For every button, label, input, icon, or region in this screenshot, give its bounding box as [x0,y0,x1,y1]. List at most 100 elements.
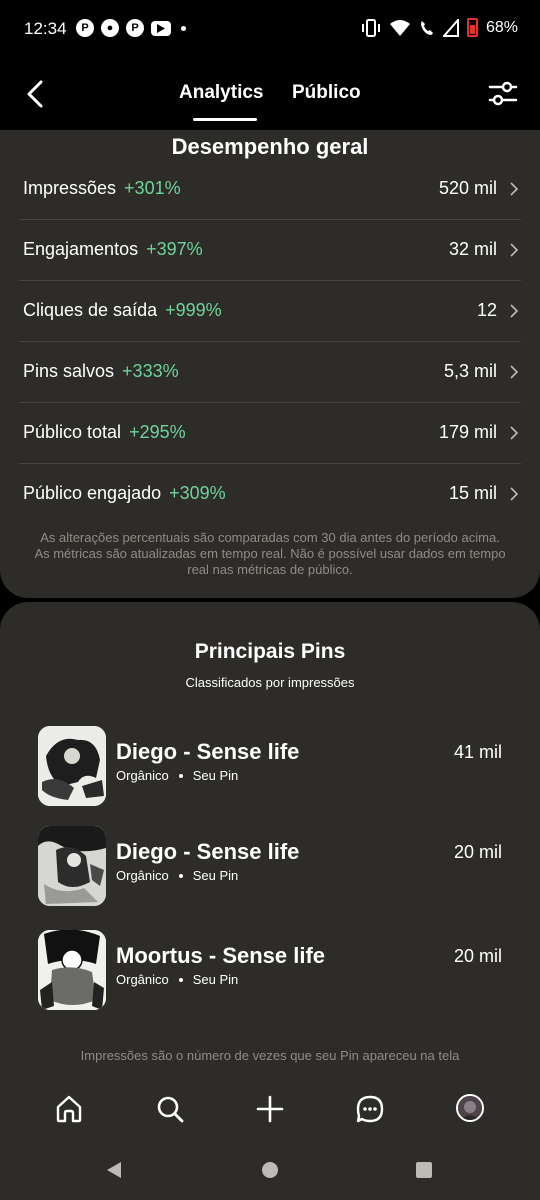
top-pins-subtitle: Classificados por impressões [185,675,355,690]
metric-row-engaged-audience[interactable]: Público engajado +309% 15 mil [19,464,521,525]
filter-icon[interactable] [488,80,518,108]
disclaimer-line: As alterações percentuais são comparadas… [40,530,500,545]
top-pins-card: Principais Pins Classificados por impres… [0,602,540,1082]
metric-name: Cliques de saída [23,300,158,320]
metric-label: Público total +295% [23,422,186,443]
performance-disclaimer: As alterações percentuais são comparadas… [20,530,520,578]
chevron-right-icon [510,304,519,318]
status-right: 68% [361,18,518,37]
metric-delta: +309% [169,483,226,503]
chevron-right-icon [510,426,519,440]
disclaimer-line: As métricas são atualizadas em tempo rea… [34,546,506,561]
pin-thumbnail [38,826,106,906]
metric-delta: +333% [122,361,179,381]
pin-impressions: 20 mil [453,842,502,862]
metric-delta: +999% [165,300,222,320]
metric-row-engagements[interactable]: Engajamentos +397% 32 mil [19,220,521,281]
metric-label: Público engajado +309% [23,483,226,504]
pin-meta: Orgânico Seu Pin [116,768,238,783]
bottom-navigation [0,1080,540,1140]
app-header: Analytics Público [0,58,540,130]
metric-value: 12 [476,300,497,320]
active-tab-indicator [193,118,257,121]
metric-label: Impressões +301% [23,178,181,199]
signal-icon [442,18,459,37]
pin-owner: Seu Pin [192,768,239,783]
chevron-right-icon [510,243,519,257]
metric-row-outbound-clicks[interactable]: Cliques de saída +999% 12 [19,281,521,342]
impressions-footnote: Impressões são o número de vezes que seu… [80,1048,460,1063]
pin-owner: Seu Pin [192,972,239,987]
search-icon[interactable] [155,1094,185,1124]
metric-name: Engajamentos [23,239,139,259]
home-icon[interactable] [54,1094,84,1124]
metric-name: Público engajado [23,483,162,503]
disclaimer-line: real nas métricas de público. [187,562,353,577]
pin-thumbnail [38,726,106,806]
profile-avatar[interactable] [456,1094,484,1122]
metric-label: Cliques de saída +999% [23,300,222,321]
chevron-right-icon [510,365,519,379]
metric-value: 15 mil [448,483,497,503]
pin-item[interactable]: Diego - Sense life Orgânico Seu Pin 41 m… [38,726,508,808]
top-pins-title: Principais Pins [194,640,346,663]
pin-type: Orgânico [116,972,169,987]
system-navigation-bar [0,1140,540,1200]
pin-impressions: 20 mil [453,946,502,966]
metric-label: Pins salvos +333% [23,361,179,382]
status-bar: 12:34 P ● P 68% [0,0,540,58]
metric-name: Público total [23,422,122,442]
pin-meta: Orgânico Seu Pin [116,868,238,883]
pin-type: Orgânico [116,768,169,783]
tab-analytics[interactable]: Analytics [179,82,263,104]
metric-delta: +295% [129,422,186,442]
back-icon[interactable] [22,78,50,110]
pin-title: Moortus - Sense life [116,943,326,968]
chevron-right-icon [510,182,519,196]
tab-publico[interactable]: Público [292,82,361,104]
system-home-icon[interactable] [260,1160,280,1180]
pin-impressions: 41 mil [453,742,502,762]
metric-value: 5,3 mil [443,361,497,381]
metric-delta: +301% [124,178,181,198]
metric-value: 179 mil [438,422,497,442]
metric-row-saved-pins[interactable]: Pins salvos +333% 5,3 mil [19,342,521,403]
pin-title: Diego - Sense life [116,739,300,764]
pin-thumbnail [38,930,106,1010]
performance-title: Desempenho geral [171,134,369,159]
status-time: 12:34 [24,19,67,38]
wifi-icon [389,19,410,36]
youtube-icon [151,20,171,36]
pinterest-icon: P [126,19,144,37]
metric-label: Engajamentos +397% [23,239,203,260]
overall-performance-card: Desempenho geral Impressões +301% 520 mil… [0,130,540,598]
system-back-icon[interactable] [104,1160,124,1180]
separator-dot [178,773,183,778]
pin-item[interactable]: Moortus - Sense life Orgânico Seu Pin 20… [38,930,508,1012]
messages-icon[interactable] [355,1094,385,1124]
reddit-icon: ● [101,19,119,37]
metric-row-total-audience[interactable]: Público total +295% 179 mil [19,403,521,464]
separator-dot [178,873,183,878]
metric-name: Pins salvos [23,361,115,381]
pin-type: Orgânico [116,868,169,883]
chevron-right-icon [510,487,519,501]
pin-meta: Orgânico Seu Pin [116,972,238,987]
notification-icons: P ● P [76,19,186,37]
pinterest-icon: P [76,19,94,37]
pin-title: Diego - Sense life [116,839,300,864]
pin-item[interactable]: Diego - Sense life Orgânico Seu Pin 20 m… [38,826,508,908]
pin-owner: Seu Pin [192,868,239,883]
separator-dot [178,977,183,982]
call-icon [420,20,433,35]
metric-value: 520 mil [438,178,497,198]
metric-delta: +397% [146,239,203,259]
create-plus-icon[interactable] [255,1094,285,1124]
vibrate-icon [361,18,380,37]
system-recents-icon[interactable] [414,1160,434,1180]
metric-name: Impressões [23,178,117,198]
battery-percentage: 68% [485,18,518,36]
metric-row-impressions[interactable]: Impressões +301% 520 mil [19,159,521,220]
more-notifications-dot [181,25,186,31]
battery-icon [466,18,478,37]
